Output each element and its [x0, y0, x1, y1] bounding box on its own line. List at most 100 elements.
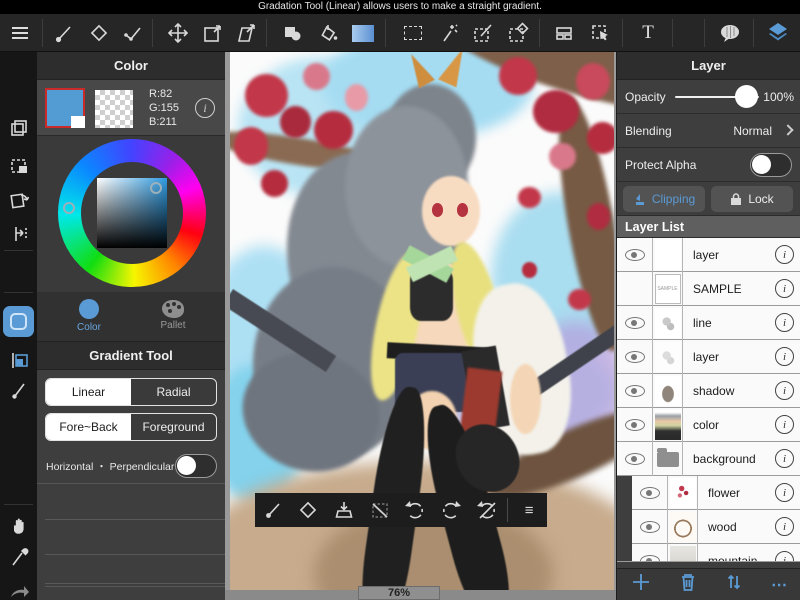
color-panel: Color R:82 G:155 B:211 i Color: [37, 52, 225, 600]
clipping-button[interactable]: Clipping: [623, 186, 705, 212]
art-face: [422, 176, 480, 246]
free-transform-tool-button[interactable]: [230, 17, 262, 49]
eyedropper-button[interactable]: [3, 542, 34, 573]
layer-info-button[interactable]: i: [775, 551, 794, 562]
direction-toggle[interactable]: [175, 454, 217, 478]
visibility-toggle[interactable]: [617, 306, 653, 340]
layers-panel-button[interactable]: [762, 17, 794, 49]
layer-thumbnail: [653, 374, 683, 408]
foreground-option[interactable]: Foreground: [131, 414, 216, 440]
dot-pen-tool-button[interactable]: [117, 17, 149, 49]
material-balloon-button[interactable]: [714, 17, 746, 49]
hand-tool-button[interactable]: [3, 510, 34, 541]
redo-button[interactable]: [3, 576, 34, 600]
zoom-indicator[interactable]: 76%: [358, 586, 440, 600]
gradient-tool-button[interactable]: [347, 17, 379, 49]
bucket-tool-button[interactable]: [312, 17, 344, 49]
layer-info-button[interactable]: i: [775, 517, 794, 536]
visibility-toggle[interactable]: [617, 340, 653, 374]
delete-layer-button[interactable]: [678, 571, 698, 598]
visibility-toggle[interactable]: [617, 374, 653, 408]
foreground-color-swatch[interactable]: [45, 88, 85, 128]
canvas-area[interactable]: ≡ 76%: [225, 52, 616, 600]
layer-row[interactable]: color i: [617, 408, 800, 442]
marquee-icon: [404, 26, 422, 40]
tab-color[interactable]: Color: [49, 297, 129, 333]
sv-selector[interactable]: [150, 182, 162, 194]
notification-text: Gradation Tool (Linear) allows users to …: [258, 1, 542, 12]
visibility-toggle[interactable]: [617, 442, 653, 476]
panel-toggle-button[interactable]: [3, 344, 34, 375]
visibility-toggle[interactable]: [632, 476, 668, 510]
layer-row-partial[interactable]: mountain i: [617, 544, 800, 562]
layer-row[interactable]: layer i: [617, 340, 800, 374]
layer-info-button[interactable]: i: [775, 381, 794, 400]
layer-row[interactable]: layer i: [617, 238, 800, 272]
tab-pallet[interactable]: Pallet: [133, 297, 213, 331]
layer-info-button[interactable]: i: [775, 279, 794, 298]
layer-info-button[interactable]: i: [775, 245, 794, 264]
text-tool-button[interactable]: T: [632, 17, 664, 49]
fb-rotate-left-button[interactable]: [398, 495, 434, 525]
layer-row[interactable]: flower i: [617, 476, 800, 510]
shapes-tool-button[interactable]: [276, 17, 308, 49]
paste-button[interactable]: [3, 150, 34, 181]
layer-row[interactable]: SAMPLE SAMPLE i: [617, 272, 800, 306]
layer-row[interactable]: wood i: [617, 510, 800, 544]
brush-panel-button[interactable]: [3, 374, 34, 405]
fb-rotate-reset-button[interactable]: [469, 495, 505, 525]
divide-panel-button[interactable]: [548, 17, 580, 49]
fb-brush-button[interactable]: [255, 495, 291, 525]
visibility-toggle[interactable]: [632, 544, 668, 562]
background-color-swatch[interactable]: [95, 90, 133, 128]
layer-info-button[interactable]: i: [775, 483, 794, 502]
fb-rotate-right-button[interactable]: [433, 495, 469, 525]
protect-alpha-toggle[interactable]: [750, 153, 792, 177]
radial-option[interactable]: Radial: [131, 379, 216, 405]
add-layer-button[interactable]: [630, 571, 652, 598]
visibility-toggle[interactable]: [617, 272, 653, 306]
art-blossom: [261, 170, 288, 197]
layer-group-row[interactable]: background i: [617, 442, 800, 476]
direction-toggle-row: Horizontal ・ Perpendicular: [37, 448, 225, 484]
selection-tool-button-active[interactable]: [3, 306, 34, 337]
linear-option[interactable]: Linear: [46, 379, 131, 405]
layer-info-button[interactable]: i: [775, 313, 794, 332]
visibility-toggle[interactable]: [632, 510, 668, 544]
brush-tool-button[interactable]: [48, 17, 80, 49]
menu-button[interactable]: [4, 17, 36, 49]
fb-menu-button[interactable]: ≡: [511, 495, 547, 525]
layer-row[interactable]: line i: [617, 306, 800, 340]
visibility-toggle[interactable]: [617, 238, 653, 272]
color-info-button[interactable]: i: [195, 98, 215, 118]
rotate-canvas-button[interactable]: [3, 184, 34, 215]
select-cursor-button[interactable]: [585, 17, 617, 49]
lock-button[interactable]: Lock: [711, 186, 793, 212]
transform-tool-button[interactable]: [196, 17, 228, 49]
select-pen-tool-button[interactable]: [467, 17, 499, 49]
eyedropper-icon: [8, 547, 30, 569]
divider: [4, 504, 33, 505]
visibility-toggle[interactable]: [617, 408, 653, 442]
fb-bucket-button[interactable]: [326, 495, 362, 525]
blending-row[interactable]: Blending Normal: [617, 114, 800, 148]
foreback-option[interactable]: Fore~Back: [46, 414, 131, 440]
fb-eraser-button[interactable]: [291, 495, 327, 525]
more-options-button[interactable]: ⋯: [771, 575, 788, 595]
layer-info-button[interactable]: i: [775, 347, 794, 366]
layer-info-button[interactable]: i: [775, 415, 794, 434]
free-transform-icon: [235, 22, 257, 44]
move-tool-button[interactable]: [162, 17, 194, 49]
eraser-tool-button[interactable]: [83, 17, 115, 49]
opacity-slider-knob[interactable]: [735, 85, 758, 108]
magic-wand-tool-button[interactable]: [432, 17, 464, 49]
layer-row[interactable]: shadow i: [617, 374, 800, 408]
fb-gradient-button[interactable]: [362, 495, 398, 525]
reorder-layers-button[interactable]: [723, 571, 745, 598]
copy-button[interactable]: [3, 112, 34, 143]
hue-selector[interactable]: [63, 202, 75, 214]
select-rect-tool-button[interactable]: [397, 17, 429, 49]
flip-button[interactable]: [3, 218, 34, 249]
layer-info-button[interactable]: i: [775, 449, 794, 468]
select-eraser-tool-button[interactable]: [502, 17, 534, 49]
